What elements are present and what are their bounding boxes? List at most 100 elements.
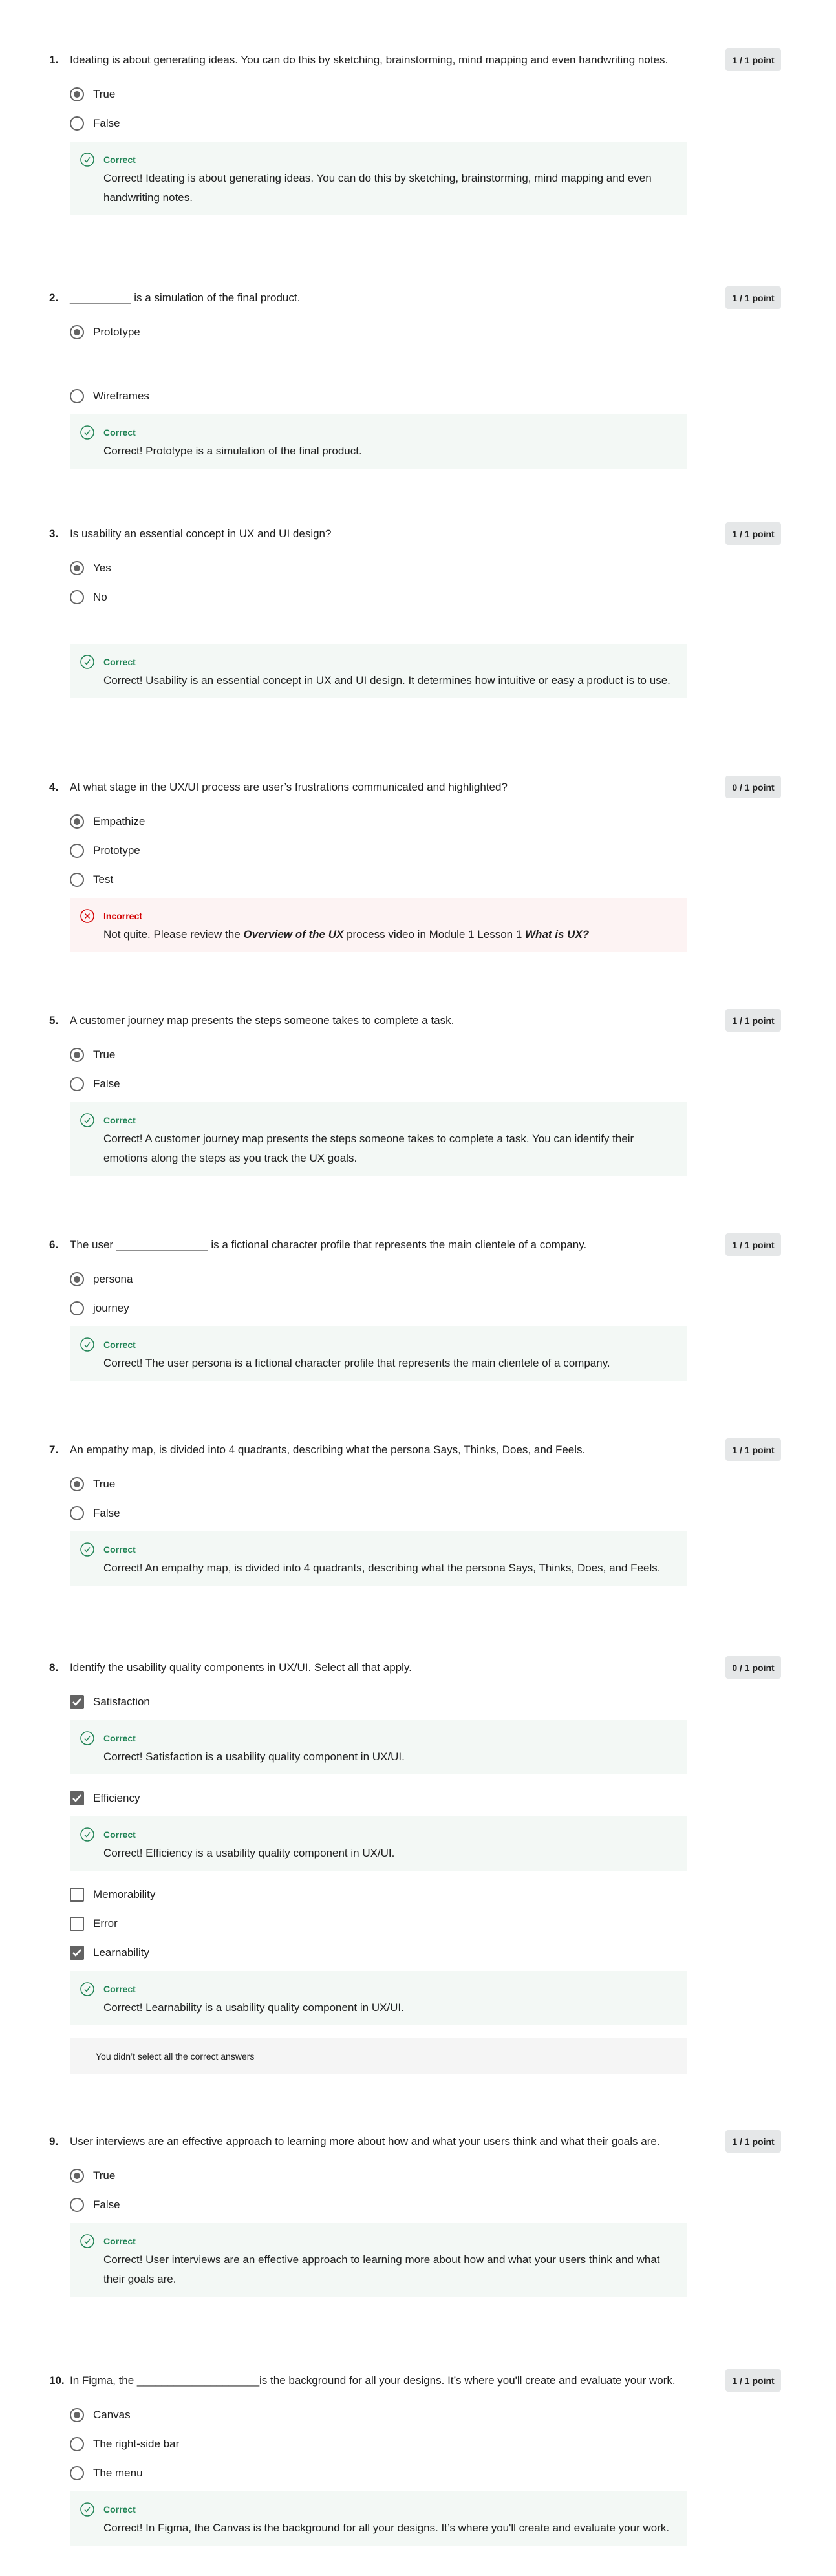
feedback-status: Correct (103, 154, 136, 165)
x-circle-icon (80, 909, 94, 923)
option-label: False (93, 2198, 120, 2211)
option-learnability[interactable]: Learnability (70, 1938, 836, 1967)
radio-selected-icon[interactable] (70, 87, 84, 101)
score-badge: 0 / 1 point (725, 1656, 781, 1679)
option-satisfaction[interactable]: Satisfaction (70, 1687, 836, 1716)
option-persona[interactable]: persona (70, 1264, 836, 1293)
feedback-correct: Correct Correct! Ideating is about genera… (70, 142, 687, 215)
option-label: journey (93, 1301, 129, 1314)
option-empathize[interactable]: Empathize (70, 807, 836, 836)
option-journey[interactable]: journey (70, 1293, 836, 1323)
radio-icon[interactable] (70, 872, 84, 887)
radio-selected-icon[interactable] (70, 1047, 84, 1062)
lesson-title: What is UX? (525, 928, 590, 941)
check-circle-icon (80, 1982, 94, 1996)
score-badge: 1 / 1 point (725, 286, 781, 309)
checkbox-icon[interactable] (70, 1916, 84, 1931)
option-prototype[interactable]: Prototype (70, 836, 836, 865)
checkbox-checked-icon[interactable] (70, 1945, 84, 1960)
option-wireframes[interactable]: Wireframes (70, 381, 836, 410)
question-text: At what stage in the UX/UI process are u… (70, 781, 508, 793)
radio-icon[interactable] (70, 590, 84, 604)
option-false[interactable]: False (70, 1069, 836, 1098)
question-number: 7. (49, 1443, 59, 1456)
feedback-text: Correct! User interviews are an effectiv… (103, 2253, 660, 2285)
check-circle-icon (80, 1542, 94, 1557)
option-label: True (93, 1048, 116, 1061)
checkbox-checked-icon[interactable] (70, 1694, 84, 1709)
radio-icon[interactable] (70, 1301, 84, 1315)
option-memorability[interactable]: Memorability (70, 1880, 836, 1909)
feedback-segment: process video in Module 1 Lesson 1 (343, 928, 526, 941)
radio-icon[interactable] (70, 1076, 84, 1091)
radio-selected-icon[interactable] (70, 2407, 84, 2422)
radio-icon[interactable] (70, 389, 84, 403)
feedback-status: Correct (103, 2236, 136, 2246)
option-canvas[interactable]: Canvas (70, 2400, 836, 2429)
radio-icon[interactable] (70, 2197, 84, 2212)
question-2: 2. __________ is a simulation of the fina… (0, 286, 836, 469)
option-error[interactable]: Error (70, 1909, 836, 1938)
radio-selected-icon[interactable] (70, 1476, 84, 1491)
option-no[interactable]: No (70, 582, 836, 612)
radio-icon[interactable] (70, 1506, 84, 1520)
question-number: 9. (49, 2135, 59, 2147)
radio-selected-icon[interactable] (70, 814, 84, 829)
score-badge: 1 / 1 point (725, 522, 781, 545)
option-false[interactable]: False (70, 109, 836, 138)
feedback-status: Correct (103, 1733, 136, 1743)
option-efficiency[interactable]: Efficiency (70, 1783, 836, 1813)
feedback-correct: Correct Correct! Usability is an essentia… (70, 644, 687, 698)
question-number: 8. (49, 1661, 59, 1674)
option-false[interactable]: False (70, 1498, 836, 1528)
option-prototype[interactable]: Prototype (70, 317, 836, 346)
radio-icon[interactable] (70, 2465, 84, 2480)
checkbox-checked-icon[interactable] (70, 1791, 84, 1805)
check-circle-icon (80, 425, 94, 440)
check-circle-icon (80, 153, 94, 167)
feedback-text: Correct! In Figma, the Canvas is the bac… (103, 2522, 670, 2534)
radio-icon[interactable] (70, 116, 84, 131)
option-label: Satisfaction (93, 1695, 150, 1708)
feedback-segment: Not quite. Please review the (103, 928, 244, 941)
radio-selected-icon[interactable] (70, 2168, 84, 2183)
radio-selected-icon[interactable] (70, 560, 84, 575)
check-circle-icon (80, 1337, 94, 1352)
question-text: User interviews are an effective approac… (70, 2135, 660, 2147)
feedback-status: Correct (103, 1829, 136, 1840)
radio-icon[interactable] (70, 2436, 84, 2451)
option-true[interactable]: True (70, 80, 836, 109)
option-the-menu[interactable]: The menu (70, 2458, 836, 2487)
option-true[interactable]: True (70, 1040, 836, 1069)
question-text: The user _______________ is a fictional … (70, 1239, 587, 1251)
feedback-correct: Correct Correct! In Figma, the Canvas is … (70, 2491, 687, 2546)
radio-icon[interactable] (70, 843, 84, 858)
option-label: Prototype (93, 844, 140, 857)
question-number: 1. (49, 54, 59, 66)
option-false[interactable]: False (70, 2190, 836, 2219)
video-title: Overview of the UX (243, 928, 344, 941)
question-text: A customer journey map presents the step… (70, 1014, 455, 1027)
option-true[interactable]: True (70, 2161, 836, 2190)
question-8: 8. Identify the usability quality compone… (0, 1656, 836, 2074)
feedback-text: Correct! Learnability is a usability qua… (103, 2001, 404, 2014)
option-label: False (93, 1077, 120, 1090)
feedback-correct: Correct Correct! A customer journey map p… (70, 1102, 687, 1176)
option-test[interactable]: Test (70, 865, 836, 894)
option-label: The menu (93, 2466, 143, 2479)
feedback-status: Correct (103, 2504, 136, 2515)
check-circle-icon (80, 655, 94, 669)
question-9: 9. User interviews are an effective appro… (0, 2130, 836, 2297)
option-yes[interactable]: Yes (70, 553, 836, 582)
radio-selected-icon[interactable] (70, 1272, 84, 1286)
score-badge: 1 / 1 point (725, 2369, 781, 2392)
option-true[interactable]: True (70, 1469, 836, 1498)
checkbox-icon[interactable] (70, 1887, 84, 1902)
feedback-correct: Correct Correct! User interviews are an e… (70, 2223, 687, 2297)
question-number: 4. (49, 781, 59, 793)
radio-selected-icon[interactable] (70, 325, 84, 339)
option-right-side-bar[interactable]: The right-side bar (70, 2429, 836, 2458)
question-number: 10. (49, 2374, 65, 2387)
score-badge: 1 / 1 point (725, 1438, 781, 1461)
feedback-status: Incorrect (103, 911, 142, 921)
